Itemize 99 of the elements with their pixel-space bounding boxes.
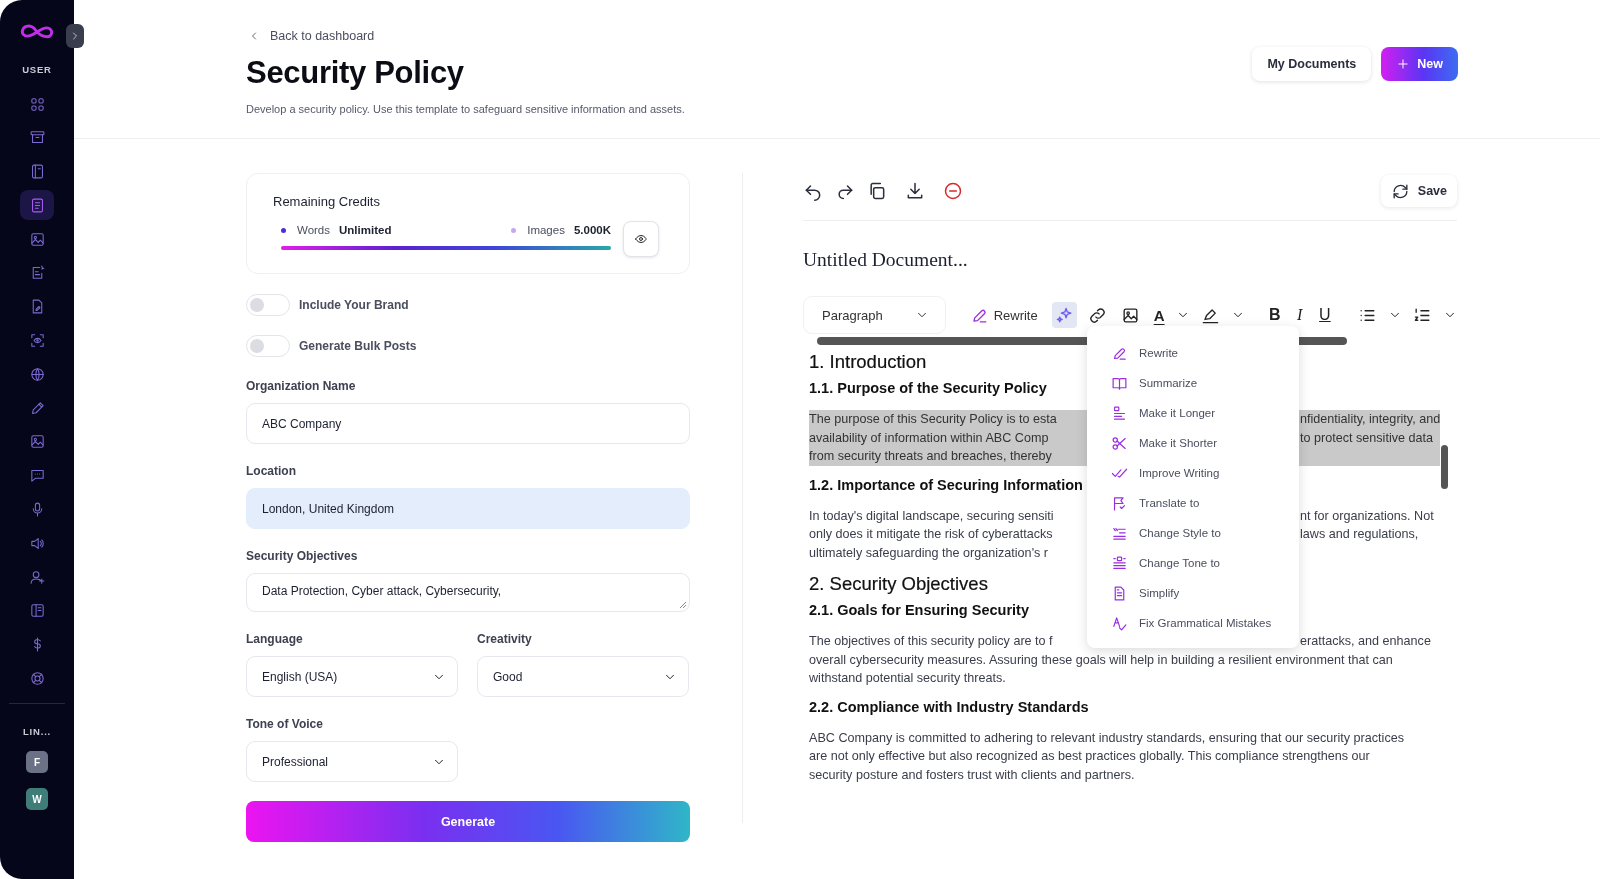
dropdown[interactable]: English (USA) [246,656,458,697]
text-line: from security threats and breaches, thereby [809,448,1053,465]
resize-grip-icon[interactable] [679,601,687,609]
collapse-button[interactable] [66,24,84,48]
toggle-label: Include Your Brand [299,298,409,312]
text-area[interactable]: Data Protection, Cyber attack, Cybersecurity, [246,573,690,612]
block-type-dropdown[interactable]: Paragraph [803,296,946,334]
new-button[interactable]: New [1381,47,1458,81]
toggle-label: Generate Bulk Posts [299,339,417,353]
field-label: Security Objectives [246,549,359,563]
eye-icon [634,232,648,246]
credits-title: Remaining Credits [273,194,381,209]
text-color-button[interactable]: A [1150,302,1168,328]
menu-item[interactable]: Change Style to [1111,518,1299,548]
italic-button[interactable]: I [1291,302,1309,328]
text-line: nt for organizations. Not [1300,507,1434,525]
scissors-icon [1111,434,1128,452]
menu-item[interactable]: Improve Writing [1111,458,1299,488]
bold-button[interactable]: B [1265,302,1284,328]
lines-icon [1111,404,1128,422]
text-line: ABC Company is committed to adhering to relevant industry standards, ensuring that our security practices [809,729,1404,747]
menu-item[interactable]: Fix Grammatical Mistakes [1111,608,1299,638]
field-label: Creativity [477,632,533,646]
scan-icon [28,332,46,350]
list-icon [1111,554,1128,572]
section-label: LIN... [23,726,51,738]
rewrite-button[interactable]: Rewrite [963,305,1044,325]
text-line: only does it mitigate the risk of cyberattacks [809,526,1054,543]
page-subtitle: Develop a security policy. Use this template to safeguard sensitive information and assets. [246,102,685,115]
subsection-heading: 2.1. Goals for Ensuring Security [809,602,1029,618]
grid-icon [28,95,46,113]
section-heading: 1. Introduction [809,351,927,373]
image-icon [28,230,46,248]
add-user-icon [28,568,46,586]
text-line: overall cybersecurity measures. Assuring these goals will help in building a resilient environment that can [809,651,1393,669]
text-line: availability of information within ABC Comp [809,429,1050,447]
text-line: ultimately safeguarding the organization's r [809,544,1050,562]
chat-icon [28,467,46,485]
my-documents-button[interactable]: My Documents [1252,47,1372,81]
text-line: nfidentiality, integrity, and [1300,411,1441,428]
text-line: The purpose of this Security Policy is to esta [809,411,1058,428]
menu-item[interactable]: Summarize [1111,368,1299,398]
text-line: are not only effective but also recognized as best practices globally. This compliance strengthens our [809,748,1370,765]
visibility-button[interactable] [623,221,659,257]
stat-value: 5.000K [573,224,611,236]
text-line: The objectives of this security policy are to f [809,633,1054,650]
underline-button[interactable]: U [1316,302,1334,328]
link-icon[interactable] [1087,305,1107,325]
menu-item[interactable]: Translate to [1111,488,1299,518]
subsection-heading: 1.2. Importance of Securing Information [809,476,1083,493]
toggle-switch[interactable] [246,335,290,357]
dropdown[interactable]: Good [477,656,689,697]
image-icon [28,433,46,451]
input-field[interactable]: ABC Company [246,403,690,444]
section-heading: 2. Security Objectives [809,573,988,595]
section-label: USER [22,64,52,75]
flag-icon [1111,494,1128,512]
menu-item[interactable]: Change Tone to [1111,548,1299,578]
copy-icon[interactable] [867,181,887,201]
board-icon [28,602,46,620]
stop-icon[interactable] [943,181,963,201]
text-line: laws and regulations, [1300,526,1419,543]
image-icon[interactable] [1120,305,1140,325]
lifebuoy-icon [28,670,46,688]
text-line: to protect sensitive data [1300,429,1433,447]
dropdown[interactable]: Professional [246,741,458,782]
save-button[interactable]: Save [1380,175,1457,207]
field-label: Language [246,632,304,646]
text-line: security posture and fosters trust with clients and partners. [809,766,1135,784]
field-label: Location [246,464,297,478]
stat-label: Words [297,224,331,236]
document-title[interactable]: Untitled Document... [803,249,1457,271]
input-field[interactable]: London, United Kingdom [246,488,690,529]
letter-check-icon [1111,614,1128,632]
avatar[interactable]: W [26,788,48,811]
menu-item[interactable]: Make it Shorter [1111,428,1299,458]
globe-icon [28,365,46,383]
generate-button[interactable]: Generate [246,801,690,842]
menu-item[interactable]: Rewrite [1111,338,1299,368]
sparkle-icon [1054,305,1074,325]
menu-item[interactable]: Make it Longer [1111,398,1299,428]
stat-label: Images [527,224,565,236]
text-line: In today's digital landscape, securing sensiti [809,507,1055,525]
subsection-heading: 1.1. Purpose of the Security Policy [809,380,1047,396]
subsection-heading: 2.2. Compliance with Industry Standards [809,698,1089,715]
ai-button[interactable] [1051,302,1077,328]
page-title: Security Policy [246,54,465,91]
text-line: withstand potential security threats. [809,670,1006,687]
avatar[interactable]: F [26,751,48,774]
stat-value: Unlimited [339,224,392,236]
text-line: erattacks, and enhance [1300,633,1431,650]
back-link[interactable]: Back to dashboard [248,28,375,43]
field-label: Organization Name [246,379,357,393]
field-label: Tone of Voice [246,717,324,731]
plus-icon [1396,57,1411,71]
download-icon[interactable] [905,181,925,201]
menu-item[interactable]: Simplify [1111,578,1299,608]
toggle-switch[interactable] [246,294,290,316]
sidebar-item[interactable] [20,190,54,221]
